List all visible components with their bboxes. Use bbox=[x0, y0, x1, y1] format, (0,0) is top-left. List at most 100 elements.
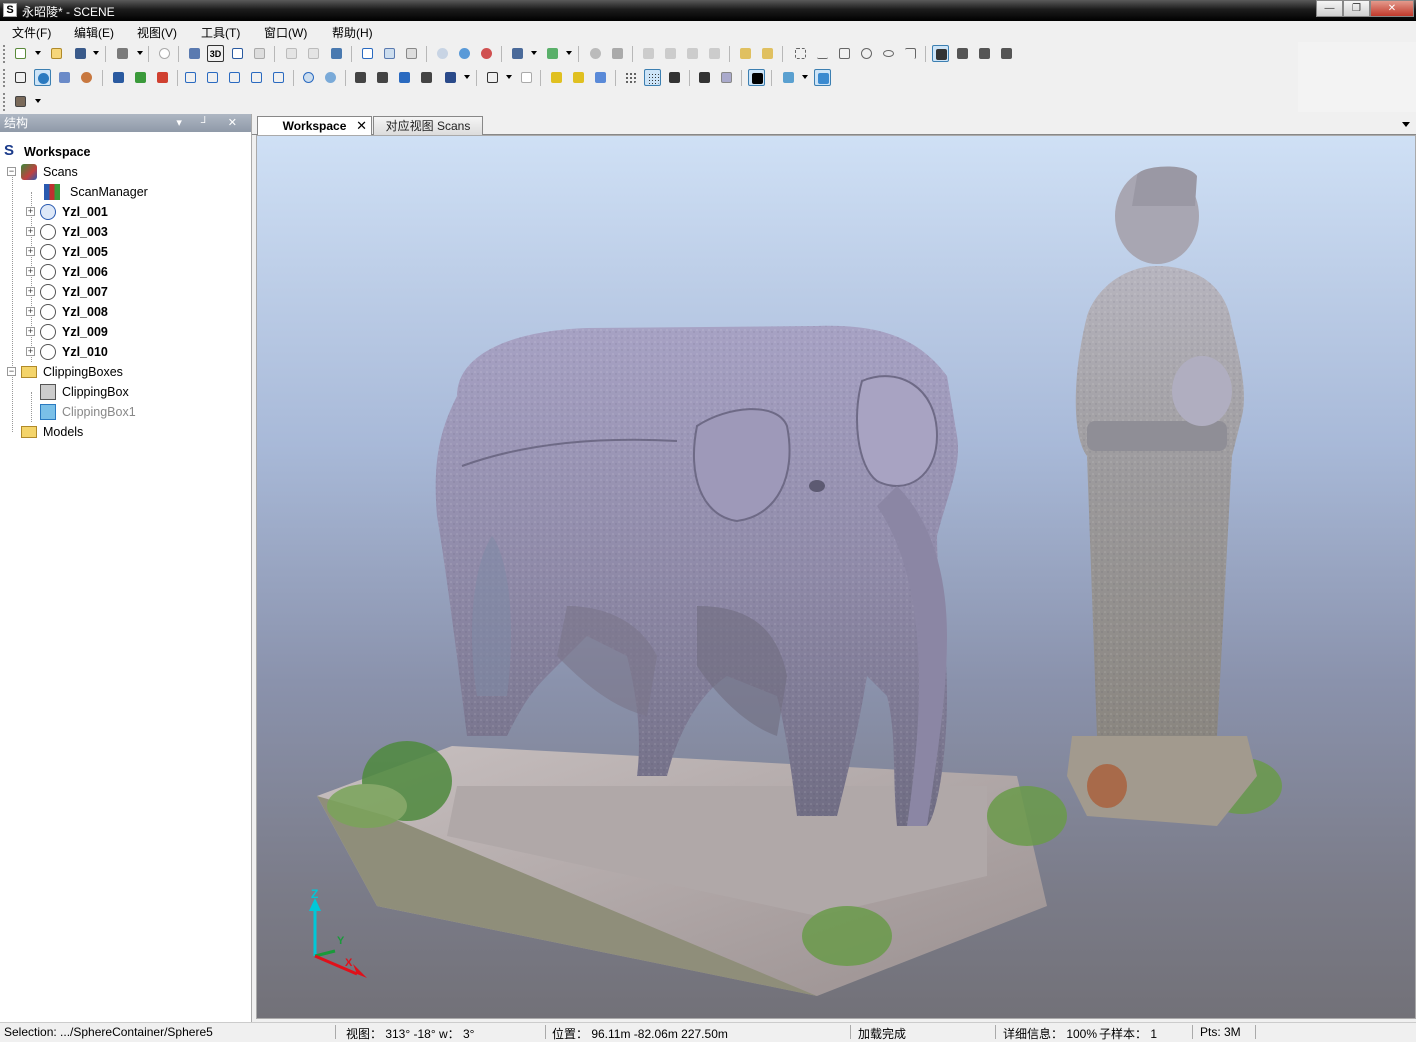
measure-icon[interactable] bbox=[706, 45, 723, 62]
nav-back-icon[interactable] bbox=[132, 69, 149, 86]
open-folder-icon[interactable] bbox=[48, 45, 65, 62]
clipping-box-active-icon[interactable] bbox=[814, 69, 831, 86]
3d-viewport[interactable]: Z Y X bbox=[256, 135, 1416, 1019]
save-icon[interactable] bbox=[72, 45, 89, 62]
expand-toggle[interactable]: + bbox=[26, 287, 35, 296]
cube-right-icon[interactable] bbox=[248, 69, 265, 86]
close-tab-icon[interactable]: ✕ bbox=[356, 117, 367, 135]
rotate-icon[interactable] bbox=[662, 45, 679, 62]
hatch-mode-icon[interactable] bbox=[718, 69, 735, 86]
grid-icon[interactable] bbox=[484, 69, 501, 86]
close-button[interactable]: ✕ bbox=[1370, 0, 1414, 17]
toolbar-grip[interactable] bbox=[3, 93, 6, 111]
clipping-box-icon[interactable] bbox=[780, 69, 797, 86]
help-icon[interactable] bbox=[156, 45, 173, 62]
orbit-icon[interactable] bbox=[322, 69, 339, 86]
print-icon[interactable] bbox=[114, 45, 131, 62]
minimize-button[interactable]: — bbox=[1316, 0, 1343, 17]
expand-toggle[interactable]: + bbox=[26, 327, 35, 336]
circle-select-icon[interactable] bbox=[858, 45, 875, 62]
cube-top-icon[interactable] bbox=[270, 69, 287, 86]
scan-tool-2-icon[interactable] bbox=[374, 69, 391, 86]
scan-tool-4-icon[interactable] bbox=[418, 69, 435, 86]
hand-icon[interactable] bbox=[640, 45, 657, 62]
dots-dense-icon[interactable] bbox=[666, 69, 683, 86]
checker-icon[interactable] bbox=[748, 69, 765, 86]
collapse-toggle[interactable]: − bbox=[7, 167, 16, 176]
expand-toggle[interactable]: + bbox=[26, 207, 35, 216]
link-icon[interactable] bbox=[186, 45, 203, 62]
nav-home-icon[interactable] bbox=[110, 69, 127, 86]
expand-toggle[interactable]: + bbox=[26, 347, 35, 356]
cube-back-icon[interactable] bbox=[204, 69, 221, 86]
polygon-select-icon[interactable] bbox=[836, 45, 853, 62]
scan-tool-3-icon[interactable] bbox=[396, 69, 413, 86]
tab-list-dropdown-icon[interactable] bbox=[1402, 122, 1410, 127]
dropdown-arrow-icon[interactable] bbox=[464, 75, 470, 79]
home-icon[interactable] bbox=[229, 45, 246, 62]
ruler2-icon[interactable] bbox=[759, 45, 776, 62]
fly-view-icon[interactable] bbox=[78, 69, 95, 86]
camera-icon[interactable] bbox=[509, 45, 526, 62]
nav-forward-icon[interactable] bbox=[154, 69, 171, 86]
marker-2-icon[interactable] bbox=[570, 69, 587, 86]
dropdown-arrow-icon[interactable] bbox=[35, 51, 41, 55]
panel-header-buttons[interactable]: ▾ ┘ ✕ bbox=[176, 114, 245, 132]
import-icon[interactable] bbox=[328, 45, 345, 62]
expand-toggle[interactable]: + bbox=[26, 247, 35, 256]
list-icon[interactable] bbox=[403, 45, 420, 62]
search-doc-icon[interactable] bbox=[305, 45, 322, 62]
cloud-in-icon[interactable] bbox=[434, 45, 451, 62]
tab-workspace[interactable]: Workspace ✕ bbox=[257, 116, 372, 135]
scan-tool-5-icon[interactable] bbox=[442, 69, 459, 86]
page-icon[interactable] bbox=[251, 45, 268, 62]
view-3d-icon[interactable]: 3D bbox=[207, 45, 224, 62]
cube-left-icon[interactable] bbox=[226, 69, 243, 86]
settings-panel-icon[interactable] bbox=[12, 93, 29, 110]
table-view-icon[interactable] bbox=[359, 45, 376, 62]
cloud-up-icon[interactable] bbox=[456, 45, 473, 62]
dropdown-arrow-icon[interactable] bbox=[531, 51, 537, 55]
zoom-icon[interactable] bbox=[684, 45, 701, 62]
marker-3-icon[interactable] bbox=[592, 69, 609, 86]
expand-toggle[interactable]: + bbox=[26, 267, 35, 276]
selection-mode-4-icon[interactable] bbox=[998, 45, 1015, 62]
document-icon[interactable] bbox=[283, 45, 300, 62]
dropdown-arrow-icon[interactable] bbox=[506, 75, 512, 79]
corner-select-icon[interactable] bbox=[902, 45, 919, 62]
selection-mode-1-icon[interactable] bbox=[932, 45, 949, 62]
ellipse-select-icon[interactable] bbox=[880, 45, 897, 62]
dropdown-arrow-icon[interactable] bbox=[137, 51, 143, 55]
globe-view-icon[interactable] bbox=[34, 69, 51, 86]
marker-1-icon[interactable] bbox=[548, 69, 565, 86]
menu-edit[interactable]: 编辑(E) bbox=[74, 24, 114, 41]
toolbar-grip[interactable] bbox=[3, 69, 6, 87]
expand-toggle[interactable]: + bbox=[26, 227, 35, 236]
new-project-icon[interactable] bbox=[12, 45, 29, 62]
sheet-icon[interactable] bbox=[518, 69, 535, 86]
tab-scans-view[interactable]: 对应视图 Scans bbox=[373, 116, 483, 135]
ruler-icon[interactable] bbox=[737, 45, 754, 62]
scan-tool-1-icon[interactable] bbox=[352, 69, 369, 86]
register-icon[interactable] bbox=[381, 45, 398, 62]
menu-help[interactable]: 帮助(H) bbox=[332, 24, 373, 41]
maximize-button[interactable]: ❐ bbox=[1343, 0, 1370, 17]
menu-window[interactable]: 窗口(W) bbox=[264, 24, 307, 41]
menu-file[interactable]: 文件(F) bbox=[12, 24, 51, 41]
dots-sparse-icon[interactable] bbox=[622, 69, 639, 86]
plane-view-icon[interactable] bbox=[12, 69, 29, 86]
toolbar-grip[interactable] bbox=[3, 45, 6, 63]
points-icon[interactable] bbox=[609, 45, 626, 62]
scene-app-icon[interactable]: S bbox=[3, 3, 17, 17]
selection-mode-3-icon[interactable] bbox=[976, 45, 993, 62]
stereo-view-icon[interactable] bbox=[56, 69, 73, 86]
selection-mode-2-icon[interactable] bbox=[954, 45, 971, 62]
expand-toggle[interactable]: + bbox=[26, 307, 35, 316]
sphere-icon[interactable] bbox=[587, 45, 604, 62]
menu-tools[interactable]: 工具(T) bbox=[201, 24, 240, 41]
rect-select-icon[interactable] bbox=[792, 45, 809, 62]
dots-medium-icon[interactable] bbox=[644, 69, 661, 86]
cube-front-icon[interactable] bbox=[182, 69, 199, 86]
menu-view[interactable]: 视图(V) bbox=[137, 24, 177, 41]
image-icon[interactable] bbox=[544, 45, 561, 62]
